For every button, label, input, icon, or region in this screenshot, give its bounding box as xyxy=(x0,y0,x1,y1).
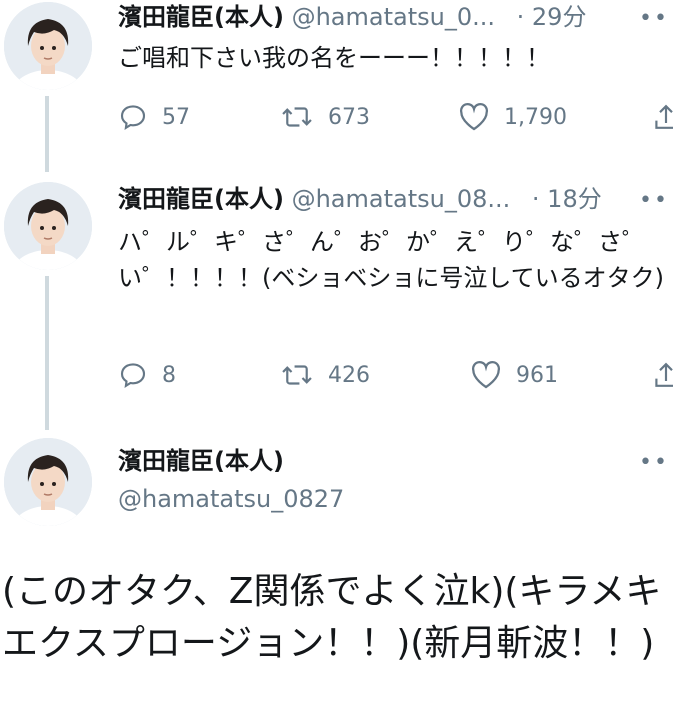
reply-button[interactable]: 57 xyxy=(118,102,190,132)
reply-count: 57 xyxy=(162,104,190,130)
separator-dot: · xyxy=(531,185,540,213)
display-name[interactable]: 濱田龍臣(本人) xyxy=(118,185,284,213)
retweet-count: 673 xyxy=(328,104,370,130)
share-icon xyxy=(655,362,673,387)
timestamp[interactable]: 29分 xyxy=(532,3,587,31)
like-button[interactable]: 1,790 xyxy=(458,102,567,132)
reply-count: 8 xyxy=(162,362,176,388)
like-count: 961 xyxy=(516,362,558,388)
like-button[interactable]: 961 xyxy=(470,360,558,390)
avatar[interactable] xyxy=(4,438,92,526)
retweet-icon xyxy=(282,107,312,127)
tweet-actions: 8 426 961 xyxy=(118,360,673,396)
retweet-icon xyxy=(282,365,312,385)
user-handle[interactable]: @hamatatsu_0827 xyxy=(118,484,344,514)
focused-tweet-text: (このオタク、Z関係でよく泣k)(キラメキエクスプロージョン！！)(新月斬波！！… xyxy=(2,571,662,664)
tweet-actions: 57 673 1,790 xyxy=(118,102,673,138)
user-handle[interactable]: @hamatatsu_08... xyxy=(292,185,511,213)
heart-icon xyxy=(460,103,488,131)
separator-dot: · xyxy=(516,3,525,31)
share-button[interactable] xyxy=(654,102,673,132)
avatar[interactable] xyxy=(4,2,92,90)
tweet-2[interactable]: 濱田龍臣(本人) @hamatatsu_08... · 18分 •• ハ゜ル゜キ… xyxy=(0,180,673,436)
tweet-1[interactable]: 濱田龍臣(本人) @hamatatsu_0... · 29分 •• ご唱和下さい… xyxy=(0,0,673,176)
tweet-text: ご唱和下さい我の名をーーー！！！！！ xyxy=(118,44,550,72)
retweet-button[interactable]: 426 xyxy=(280,360,370,390)
avatar[interactable] xyxy=(4,182,92,270)
share-icon xyxy=(655,104,673,129)
thread-connector xyxy=(45,96,49,172)
thread-connector xyxy=(45,276,49,430)
tweet-header: 濱田龍臣(本人) @hamatatsu_0... · 29分 xyxy=(118,2,586,32)
user-handle[interactable]: @hamatatsu_0... xyxy=(292,3,495,31)
avatar-image xyxy=(4,438,92,526)
timestamp[interactable]: 18分 xyxy=(547,185,602,213)
reply-icon xyxy=(120,105,146,130)
tweet-text: ハ゜ル゜キ゜さ゜ん゜お゜か゜え゜り゜な゜さ゜い゜！！！！(ベショベショに号泣して… xyxy=(118,228,665,292)
display-name[interactable]: 濱田龍臣(本人) xyxy=(118,447,284,475)
avatar-image xyxy=(4,2,92,90)
avatar-image xyxy=(4,182,92,270)
more-horizontal-icon[interactable]: •• xyxy=(639,4,669,34)
tweet-header: 濱田龍臣(本人) @hamatatsu_08... · 18分 xyxy=(118,184,602,214)
share-button[interactable] xyxy=(654,360,673,390)
tweet-header: 濱田龍臣(本人) xyxy=(118,446,284,476)
retweet-button[interactable]: 673 xyxy=(280,102,370,132)
retweet-count: 426 xyxy=(328,362,370,388)
more-horizontal-icon[interactable]: •• xyxy=(639,448,669,478)
more-horizontal-icon[interactable]: •• xyxy=(639,186,669,216)
like-count: 1,790 xyxy=(504,104,567,130)
display-name[interactable]: 濱田龍臣(本人) xyxy=(118,3,284,31)
heart-icon xyxy=(472,361,500,389)
reply-button[interactable]: 8 xyxy=(118,360,176,390)
reply-icon xyxy=(120,363,146,388)
